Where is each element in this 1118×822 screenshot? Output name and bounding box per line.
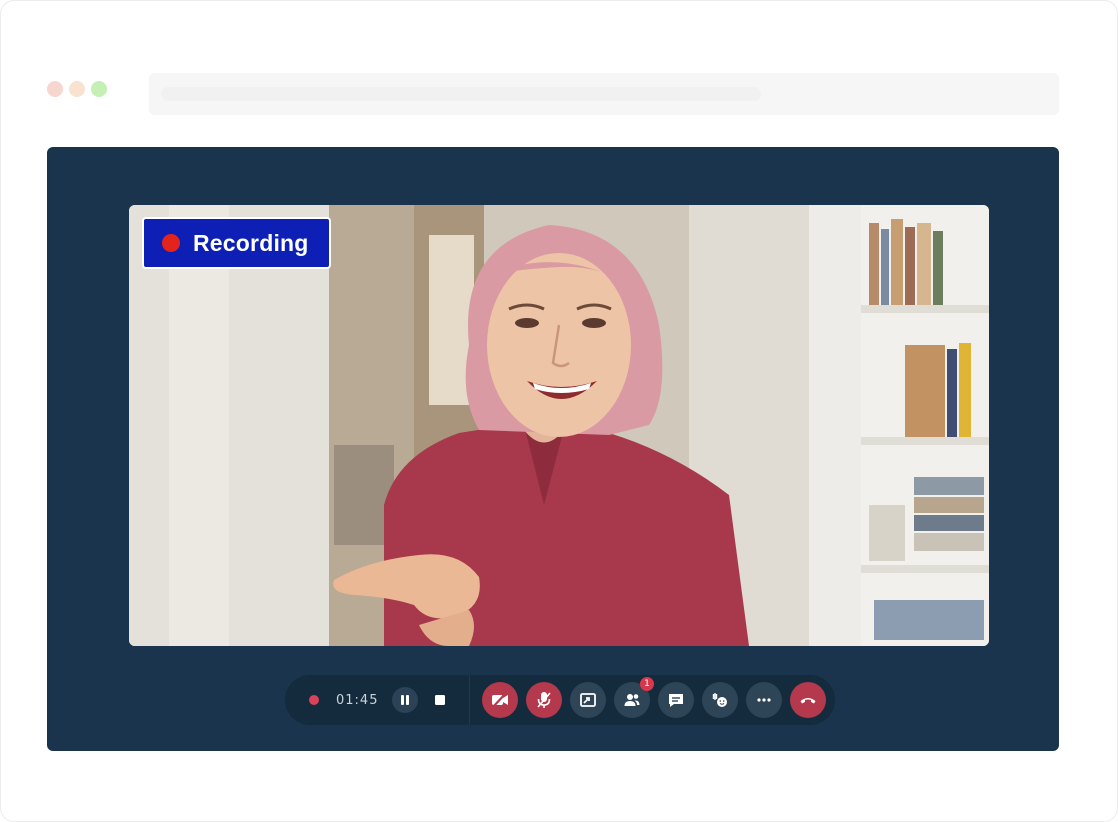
url-placeholder [161, 87, 761, 101]
recording-badge: Recording [142, 217, 331, 269]
more-icon [757, 698, 771, 702]
call-control-bar: 01:45 1 [285, 675, 835, 725]
toggle-mic-button[interactable] [526, 682, 562, 718]
toggle-video-button[interactable] [482, 682, 518, 718]
hang-up-icon [800, 698, 816, 704]
recording-label: Recording [193, 229, 309, 256]
participants-button[interactable]: 1 [614, 677, 654, 718]
recording-dot-icon [162, 234, 180, 252]
participant-video: Recording [129, 205, 989, 646]
video-frame-image [129, 205, 989, 646]
pause-icon [401, 695, 410, 705]
participants-count-badge: 1 [640, 677, 654, 691]
video-off-icon [492, 692, 508, 708]
video-call-app: Recording 01:45 1 [47, 147, 1059, 751]
browser-window: Recording 01:45 1 [0, 0, 1118, 822]
more-options-button[interactable] [746, 682, 782, 718]
share-screen-button[interactable] [570, 682, 606, 718]
reactions-icon [712, 693, 727, 707]
share-screen-icon [580, 693, 596, 707]
maximize-window-button[interactable] [91, 81, 107, 97]
window-controls [47, 81, 107, 97]
mic-off-icon [537, 692, 551, 708]
pause-recording-button[interactable] [392, 687, 419, 713]
close-window-button[interactable] [47, 81, 63, 97]
address-bar[interactable] [149, 73, 1059, 115]
stop-icon [435, 695, 446, 705]
recording-timer: 01:45 [336, 692, 379, 708]
recording-indicator-icon [309, 695, 319, 705]
call-buttons: 1 [482, 677, 826, 718]
stop-recording-button[interactable] [427, 687, 453, 713]
reactions-button[interactable] [702, 682, 738, 718]
hang-up-button[interactable] [790, 682, 826, 718]
participants-icon [624, 694, 640, 706]
chat-button[interactable] [658, 682, 694, 718]
recording-controls: 01:45 [285, 675, 470, 725]
chat-icon [669, 694, 683, 707]
minimize-window-button[interactable] [69, 81, 85, 97]
